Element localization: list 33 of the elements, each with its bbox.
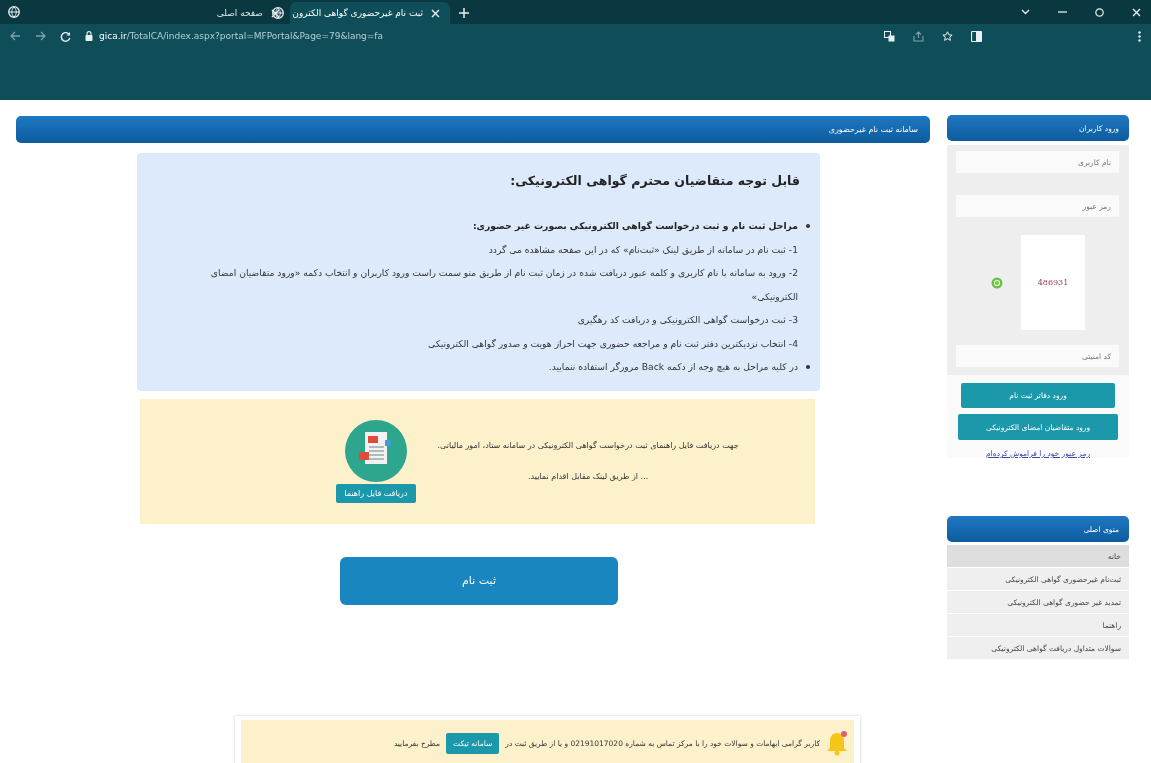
lock-icon	[85, 31, 93, 41]
notice-item: مراحل ثبت نام و ثبت درخواست گواهی الکترونیکی بصورت غیر حضوری:	[167, 214, 810, 238]
plus-icon[interactable]	[458, 7, 470, 19]
notice-item: در کلیه مراحل به هیچ وجه از دکمه Back مرورگر استفاده ننمایید.	[167, 355, 810, 379]
notice-title: قابل توجه متقاضیان محترم گواهی الکترونیکی:	[509, 173, 800, 188]
translate-icon[interactable]	[884, 30, 895, 42]
document-icon	[344, 419, 407, 482]
globe-icon	[272, 7, 285, 19]
chevron-down-icon[interactable]	[1021, 9, 1030, 15]
page-header-bar: سامانه ثبت نام غیرحضوری	[16, 116, 930, 143]
more-options-icon[interactable]	[1138, 30, 1141, 42]
back-arrow-icon[interactable]	[10, 31, 21, 41]
share-icon[interactable]	[913, 30, 924, 42]
close-icon[interactable]	[1132, 7, 1141, 17]
guide-text: جهت دریافت فایل راهنمای ثبت درخواست گواهی الکترونیکی در سامانه ستاد، امور مالیاتی.	[437, 441, 739, 450]
close-icon[interactable]	[271, 8, 280, 18]
browser-tab[interactable]: صفحه اصلی	[130, 2, 290, 24]
sidebar-icon[interactable]	[971, 30, 982, 42]
register-button[interactable]: ثبت نام	[340, 556, 618, 605]
notice-item: 2- ورود به سامانه با نام کاربری و کلمه عبور دریافت شده در زمان ثبت نام از طریق منو سمت راست ورود کاربران و انتخاب دکمه «ورود متقاضیان امضای الکترونیکی»	[209, 266, 798, 304]
notice-item: 1- ثبت نام در سامانه از طریق لینک «ثبت‌نام» که در این صفحه مشاهده می گردد	[487, 242, 798, 257]
url-text[interactable]: gica.ir/TotalCA/index.aspx?portal=MFPortal&Page=79&lang=fa	[99, 31, 384, 41]
maximize-icon[interactable]	[1095, 7, 1104, 17]
notice-item: 4- انتخاب نزدیکترین دفتر ثبت نام و مراجعه حضوری جهت احراز هویت و صدور گواهی الکترونیکی	[427, 336, 798, 351]
star-icon[interactable]	[942, 30, 953, 42]
guide-text: ... از طریق لینک مقابل اقدام نمایید.	[528, 472, 649, 481]
forward-arrow-icon[interactable]	[35, 31, 46, 41]
globe-icon	[8, 6, 20, 18]
bell-icon	[826, 730, 848, 756]
close-icon[interactable]	[431, 8, 440, 18]
captcha-image: 486931	[1021, 235, 1085, 330]
reload-icon[interactable]	[60, 30, 71, 42]
notice-item: 3- ثبت درخواست گواهی الکترونیکی و دریافت کد رهگیری	[576, 313, 798, 327]
